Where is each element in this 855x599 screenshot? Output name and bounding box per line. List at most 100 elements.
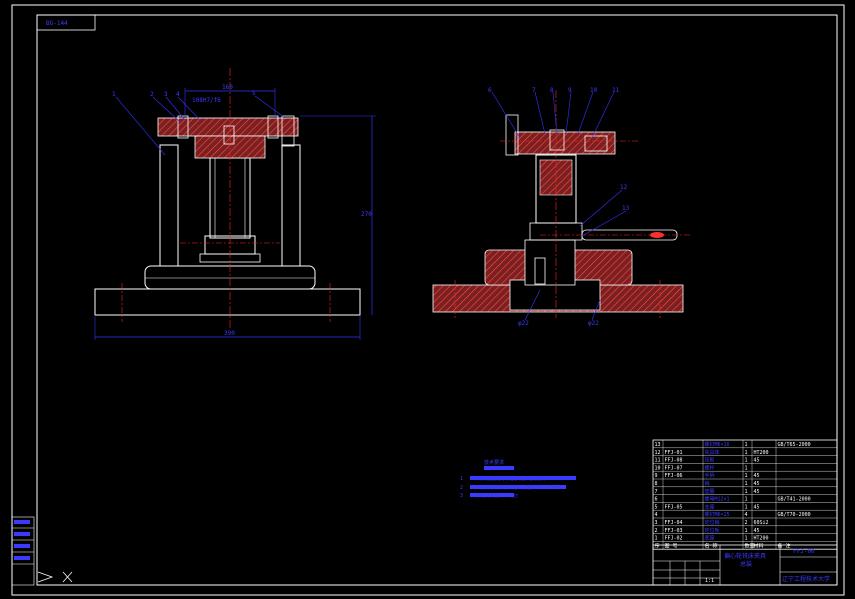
bom-cell-no: 5 (655, 504, 658, 510)
side-balloon-7: 7 (532, 87, 536, 94)
bom-cell-name: 定位销 (705, 519, 720, 526)
bom-cell-qty: 1 (745, 481, 748, 487)
title-block-drawing-no: FFJ-00 (793, 548, 815, 555)
bom-cell-code: FFJ-01 (665, 450, 683, 456)
bom-cell-name: 螺杆 (705, 464, 715, 471)
front-balloon-4: 4 (176, 91, 180, 98)
title-block: 偏心轮铣床夹具 总装 FFJ-00 辽宁工程技术大学 1:1 (652, 544, 838, 586)
bom-cell-name: 螺钉M6×25 (705, 511, 730, 518)
bom-cell-name: 底座 (705, 535, 715, 542)
bom-cell-mat: 60Si2 (754, 520, 769, 526)
side-dim-b: φ22 (588, 320, 599, 327)
side-balloon-6: 6 (488, 87, 492, 94)
bom-cell-no: 1 (655, 536, 658, 542)
front-width-dim: 390 (224, 330, 235, 337)
bom-cell-name: 手柄 (705, 472, 715, 479)
title-block-name: 偏心轮铣床夹具 (724, 552, 766, 560)
bom-cell-no: 9 (655, 473, 658, 479)
bom-cell-name: 支座 (705, 503, 715, 510)
bom-cell-code: FFJ-05 (665, 504, 683, 510)
title-block-name-2: 总装 (740, 560, 752, 568)
bom-cell-qty: 1 (745, 458, 748, 464)
bom-header-mat: 材料 (754, 542, 764, 549)
front-balloon-1: 1 (112, 91, 116, 98)
bom-cell-no: 12 (655, 450, 661, 456)
bom-cell-name: 螺钉M6×16 (705, 441, 730, 448)
bom-cell-qty: 1 (745, 473, 748, 479)
bom-cell-no: 7 (655, 489, 658, 495)
bom-cell-name: 螺母M12×1 (705, 496, 730, 503)
bom-cell-name: 销 (705, 480, 710, 487)
bom-cell-qty: 4 (745, 512, 748, 518)
side-balloon-10: 10 (590, 87, 598, 94)
bom-cell-code: FFJ-08 (665, 458, 683, 464)
front-top-dim: 160 (222, 84, 233, 91)
front-left-column (159, 144, 179, 267)
bom-cell-name: 垫圈 (705, 488, 715, 495)
bom-cell-no: 4 (655, 512, 658, 518)
bom-cell-qty: 1 (745, 450, 748, 456)
bom-cell-mat: 45 (754, 489, 760, 495)
bom-cell-mat: HT200 (754, 450, 769, 456)
svg-text:3: 3 (460, 493, 463, 499)
front-fit-dim: 108H7/f6 (192, 97, 221, 104)
bom-cell-note: GB/T70-2000 (778, 512, 811, 518)
bom-cell-mat: 45 (754, 481, 760, 487)
bom-cell-mat: 45 (754, 528, 760, 534)
bom-cell-note: GB/T41-2000 (778, 497, 811, 503)
side-dim-a: φ22 (518, 320, 529, 327)
bom-cell-qty: 1 (745, 497, 748, 503)
note-line-2: 2. 夹紧机构动作灵活，无卡滞现象 (470, 484, 533, 490)
side-balloon-9: 9 (568, 87, 572, 94)
cad-drawing-canvas: BG-144 390 270 160 108H7/f6 1 2 3 4 5 6 … (11, 4, 845, 596)
front-right-column (281, 144, 301, 267)
front-base-plate (94, 288, 361, 316)
ucs-arrow-icon (37, 571, 54, 583)
front-balloon-3: 3 (164, 91, 168, 98)
bom-header-no: 序 (655, 542, 660, 549)
bom-header-name: 名 称 (705, 542, 718, 549)
bom-cell-mat: 45 (754, 458, 760, 464)
front-height-dim: 270 (361, 211, 372, 218)
bom-cell-qty: 2 (745, 520, 748, 526)
bom-table: 13 螺钉M6×16 1 GB/T65-200012 FFJ-01 夹具体 1 HT20011… (652, 439, 838, 550)
bom-cell-name: 定位板 (705, 527, 720, 534)
bom-cell-mat: HT200 (754, 536, 769, 542)
side-balloon-12: 12 (620, 184, 628, 191)
note-line-3: 3. 未注明公差按IT12加工 (470, 492, 519, 498)
side-balloon-13: 13 (622, 205, 630, 212)
bom-cell-qty: 1 (745, 504, 748, 510)
bom-cell-no: 2 (655, 528, 658, 534)
bom-cell-no: 11 (655, 458, 661, 464)
technical-notes: 技术要求 1 1. 夹具装配后各零件连接可靠，定位准确 2 2. 夹紧机构动作灵… (460, 459, 576, 499)
svg-text:1: 1 (460, 476, 463, 482)
side-view: 6 7 8 9 10 11 12 13 φ22 φ22 (432, 87, 690, 327)
bom-cell-note: GB/T65-2000 (778, 442, 811, 448)
bom-cell-qty: 1 (745, 489, 748, 495)
svg-text:2: 2 (460, 485, 463, 491)
title-block-scale: 1:1 (705, 578, 714, 584)
side-balloon-11: 11 (612, 87, 620, 94)
binding-strip (11, 516, 73, 586)
bom-cell-code: FFJ-02 (665, 536, 683, 542)
front-balloon-2: 2 (150, 91, 154, 98)
bom-cell-name: 夹具体 (705, 449, 720, 456)
bom-cell-no: 10 (655, 465, 661, 471)
bom-cell-code: FFJ-07 (665, 465, 683, 471)
notes-heading: 技术要求 (484, 459, 504, 466)
bom-header-note: 备 注 (778, 542, 791, 549)
bom-cell-qty: 1 (745, 465, 748, 471)
title-block-company: 辽宁工程技术大学 (782, 575, 830, 583)
bom-cell-mat: 45 (754, 504, 760, 510)
bom-cell-no: 6 (655, 497, 658, 503)
bom-cell-mat: 45 (754, 473, 760, 479)
note-line-1: 1. 夹具装配后各零件连接可靠，定位准确 (470, 475, 545, 481)
bom-cell-qty: 1 (745, 528, 748, 534)
side-balloon-8: 8 (550, 87, 554, 94)
bom-header-code: 图 号 (665, 543, 678, 549)
outer-frame (11, 4, 845, 596)
bom-cell-code: FFJ-03 (665, 528, 683, 534)
bom-cell-name: 压板 (705, 457, 715, 464)
bom-cell-no: 3 (655, 520, 658, 526)
bom-cell-no: 13 (655, 442, 661, 448)
